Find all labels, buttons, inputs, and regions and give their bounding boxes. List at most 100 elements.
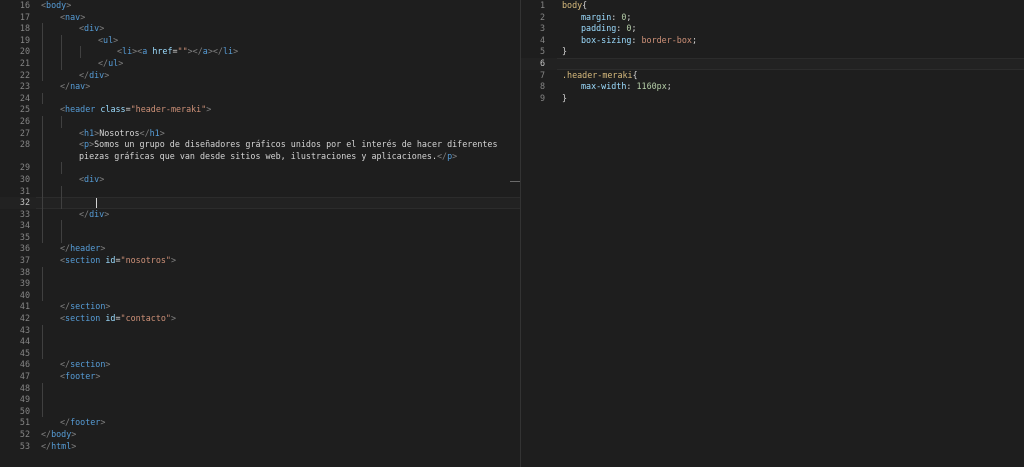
code-line[interactable]: 21 </ul>	[0, 57, 520, 70]
token-br: </	[60, 359, 71, 370]
code-line[interactable]: 2 margin: 0;	[521, 12, 1024, 24]
indent-guide	[42, 127, 43, 140]
code-line[interactable]: 29	[0, 162, 520, 174]
code-line[interactable]: 42 <section id="contacto">	[0, 313, 520, 325]
token-tag: header	[65, 104, 96, 115]
code-line[interactable]: 31	[0, 185, 520, 198]
code-line[interactable]: 26	[0, 115, 520, 128]
code-lines-html[interactable]: 16 <body> 17 <nav> 18 <div> 19 <ul> 20 <li><a hre…	[0, 0, 520, 452]
code-text: <header class="header-meraki">	[41, 104, 520, 116]
code-line[interactable]: 3 padding: 0;	[521, 23, 1024, 35]
code-text: margin: 0;	[562, 12, 1024, 24]
token-prop: padding	[581, 23, 617, 34]
line-number: 21	[19, 57, 30, 68]
code-line[interactable]: 19 <ul>	[0, 34, 520, 47]
code-line[interactable]: 1 body{	[521, 0, 1024, 12]
code-line[interactable]: 44	[0, 336, 520, 348]
code-line[interactable]: 23 </nav>	[0, 81, 520, 93]
line-number: 16	[19, 0, 30, 10]
code-line[interactable]: 46 </section>	[0, 359, 520, 371]
token-br: ></	[187, 46, 203, 57]
token-tag: li	[122, 46, 133, 57]
code-line[interactable]: 16 <body>	[0, 0, 520, 12]
code-line[interactable]: 43	[0, 324, 520, 337]
token-text: {	[582, 0, 588, 10]
token-text: }	[562, 92, 568, 103]
code-line[interactable]: 36 </header>	[0, 243, 520, 255]
code-line[interactable]: 5}	[521, 46, 1024, 58]
token-prop: margin	[581, 11, 612, 22]
token-tag: body	[46, 0, 67, 10]
code-line[interactable]: 28 <p>Somos un grupo de diseñadores gráfi…	[0, 139, 520, 163]
editor-pane-css[interactable]: 1 body{2 margin: 0; 3 padding: 0; 4 box-sizing…	[521, 0, 1024, 467]
token-br: >	[159, 127, 165, 138]
code-line[interactable]: 25 <header class="header-meraki">	[0, 104, 520, 116]
line-number: 42	[19, 313, 30, 324]
token-text: :	[626, 81, 637, 92]
code-line[interactable]: 51 </footer>	[0, 417, 520, 429]
code-line[interactable]: 18 <div>	[0, 23, 520, 35]
code-line[interactable]: 22 </div>	[0, 69, 520, 82]
line-number: 9	[539, 92, 545, 103]
token-num: 1160px	[636, 81, 667, 92]
indent-guide	[42, 289, 43, 302]
code-text: </footer>	[41, 417, 520, 429]
editor-pane-html[interactable]: 16 <body> 17 <nav> 18 <div> 19 <ul> 20 <li><a hre…	[0, 0, 520, 467]
code-line[interactable]: 35	[0, 231, 520, 244]
token-text: :	[611, 11, 622, 22]
code-line[interactable]: 20 <li><a href=""></a></li>	[0, 46, 520, 58]
indent-guide	[42, 336, 43, 348]
code-line[interactable]: 47 <footer>	[0, 371, 520, 383]
code-line[interactable]: 37 <section id="nosotros">	[0, 255, 520, 267]
token-text: }	[562, 46, 568, 57]
token-br: >	[66, 0, 72, 10]
line-number: 33	[19, 208, 30, 219]
code-line[interactable]: 48	[0, 382, 520, 395]
indent-guide	[42, 173, 43, 186]
code-text: </body>	[41, 429, 520, 441]
code-text: padding: 0;	[562, 23, 1024, 35]
code-line[interactable]: 49	[0, 394, 520, 406]
code-line[interactable]: 27 <h1>Nosotros</h1>	[0, 127, 520, 140]
code-line[interactable]: 24	[0, 92, 520, 105]
line-number: 37	[19, 255, 30, 266]
token-str: "header-meraki"	[130, 104, 207, 115]
code-line[interactable]: 53 </html>	[0, 441, 520, 453]
code-line[interactable]: 4 box-sizing: border-box;	[521, 35, 1024, 47]
code-line[interactable]: 7 .header-meraki{	[521, 70, 1024, 82]
token-br: </	[79, 208, 90, 219]
code-line[interactable]: 38	[0, 266, 520, 279]
code-line[interactable]: 8 max-width: 1160px;	[521, 81, 1024, 93]
code-text: </ul>	[41, 58, 520, 70]
code-line[interactable]: 17 <nav>	[0, 12, 520, 24]
line-number: 20	[19, 46, 30, 57]
code-lines-css[interactable]: 1 body{2 margin: 0; 3 padding: 0; 4 box-sizing…	[521, 0, 1024, 104]
code-line[interactable]: 45	[0, 347, 520, 360]
code-text: box-sizing: border-box;	[562, 35, 1024, 47]
code-line[interactable]: 39	[0, 278, 520, 290]
code-text: <p>Somos un grupo de diseñadores gráfico…	[41, 139, 520, 162]
code-text: <section id="nosotros">	[41, 255, 520, 267]
indent-guide	[42, 57, 43, 70]
code-line[interactable]: 34	[0, 220, 520, 232]
code-line[interactable]: 40	[0, 289, 520, 302]
line-number: 50	[19, 405, 30, 416]
token-br: >	[100, 243, 106, 254]
code-line[interactable]: 6	[521, 57, 1024, 70]
code-line[interactable]: 41 </section>	[0, 301, 520, 313]
code-line[interactable]: 33 </div>	[0, 208, 520, 221]
indent-guide	[42, 347, 43, 360]
code-line[interactable]: 52 </body>	[0, 429, 520, 441]
line-number: 45	[19, 347, 30, 358]
line-number: 48	[19, 382, 30, 393]
indent-guide	[61, 231, 62, 244]
token-br: >	[105, 359, 111, 370]
token-br: ><	[132, 46, 143, 57]
code-line[interactable]: 30 <div>	[0, 173, 520, 186]
code-line[interactable]: 9}	[521, 93, 1024, 105]
indent-guide	[42, 69, 43, 82]
code-line[interactable]: 50	[0, 405, 520, 418]
code-line[interactable]: 32	[0, 197, 520, 209]
indent-guide	[42, 220, 43, 232]
token-text: ;	[631, 23, 637, 34]
